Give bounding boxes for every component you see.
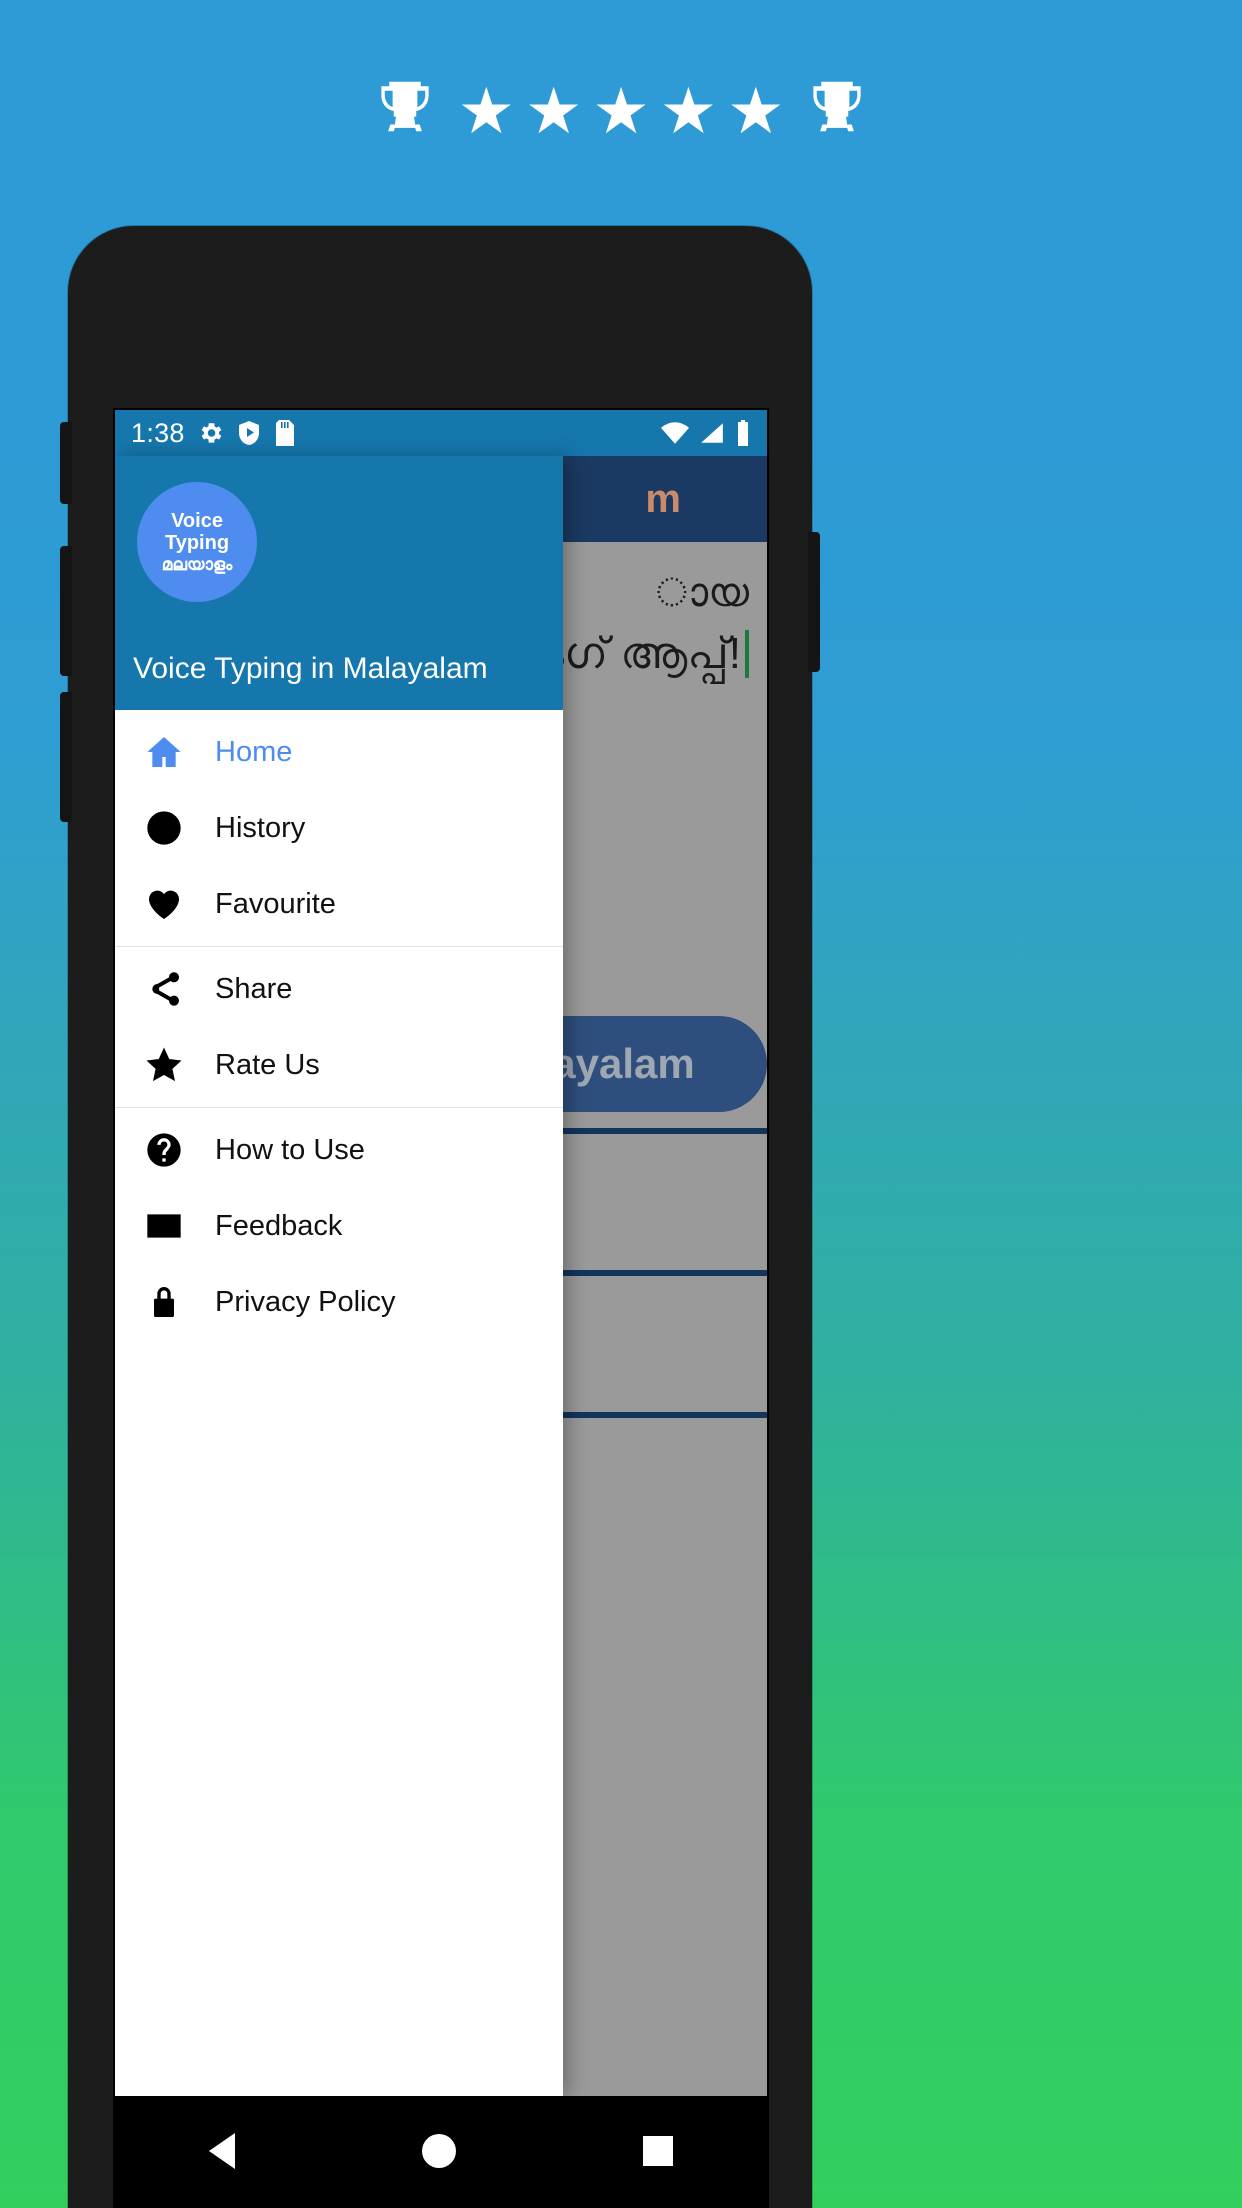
trophy-icon	[378, 78, 432, 144]
trophy-icon	[810, 78, 864, 144]
sidebar-item-label: Rate Us	[215, 1048, 320, 1081]
heart-icon	[143, 883, 185, 925]
star-icon: ★	[659, 75, 718, 147]
star-icon	[143, 1044, 185, 1086]
wifi-icon	[661, 422, 689, 444]
battery-icon	[735, 420, 751, 446]
phone-volume-up-button	[60, 546, 72, 676]
navigation-drawer: Voice Typing മലയാളം Voice Typing in Mala…	[115, 456, 563, 2096]
star-icon: ★	[727, 75, 785, 147]
recents-button-icon[interactable]	[643, 2136, 674, 2166]
lock-icon	[143, 1281, 185, 1323]
gear-icon	[198, 420, 224, 446]
sidebar-item-label: History	[215, 811, 306, 844]
app-logo-line2: Typing	[164, 532, 230, 555]
sidebar-item-how-to-use[interactable]: How to Use	[115, 1112, 563, 1188]
sidebar-item-history[interactable]: History	[115, 790, 563, 866]
help-circle-icon	[143, 1129, 185, 1171]
drawer-header: Voice Typing മലയാളം Voice Typing in Mala…	[115, 456, 563, 710]
back-button-icon[interactable]	[208, 2133, 235, 2169]
status-bar: 1:38	[115, 410, 767, 456]
sidebar-item-home[interactable]: Home	[115, 714, 563, 790]
shield-play-icon	[237, 420, 261, 446]
home-icon	[143, 731, 185, 773]
sidebar-item-privacy-policy[interactable]: Privacy Policy	[115, 1264, 563, 1340]
app-logo-line3: മലയാളം	[161, 554, 233, 574]
home-button-icon[interactable]	[421, 2134, 456, 2168]
android-navigation-bar	[115, 2096, 767, 2206]
phone-power-button	[808, 532, 820, 672]
star-icon: ★	[592, 75, 650, 147]
drawer-menu-group: How to Use Feedback Privacy Policy	[115, 1108, 563, 1344]
sidebar-item-feedback[interactable]: Feedback	[115, 1188, 563, 1264]
sidebar-item-label: Feedback	[215, 1209, 343, 1242]
status-right-icons	[661, 420, 751, 446]
text-caret	[745, 630, 749, 678]
sd-card-icon	[274, 420, 296, 446]
phone-mockup: 1:38 m ായ ിംഗ് ആപ്പ്! alayalam Voice Typ…	[60, 226, 820, 2208]
clock-icon	[143, 807, 185, 849]
phone-volume-down-button	[60, 692, 72, 822]
rating-stars: ★ ★ ★ ★ ★	[458, 79, 785, 143]
share-icon	[143, 968, 185, 1010]
sidebar-item-label: Home	[215, 735, 293, 768]
sidebar-item-share[interactable]: Share	[115, 951, 563, 1027]
drawer-menu-group: Home History Favourite	[115, 710, 563, 946]
sidebar-item-label: Privacy Policy	[215, 1285, 396, 1318]
sidebar-item-rate-us[interactable]: Rate Us	[115, 1027, 563, 1103]
mail-icon	[143, 1205, 185, 1247]
phone-bezel: 1:38 m ായ ിംഗ് ആപ്പ്! alayalam Voice Typ…	[113, 408, 769, 2208]
signal-icon	[699, 422, 725, 444]
sidebar-item-favourite[interactable]: Favourite	[115, 866, 563, 942]
phone-side-button	[60, 422, 72, 504]
app-logo-line1: Voice	[171, 510, 223, 533]
star-icon: ★	[457, 75, 515, 147]
drawer-menu-group: Share Rate Us	[115, 947, 563, 1107]
award-banner: ★ ★ ★ ★ ★	[0, 78, 1242, 144]
sidebar-item-label: How to Use	[215, 1133, 365, 1166]
phone-screen: 1:38 m ായ ിംഗ് ആപ്പ്! alayalam Voice Typ…	[115, 410, 767, 2206]
status-time: 1:38	[131, 417, 185, 448]
app-logo: Voice Typing മലയാളം	[137, 482, 257, 602]
sidebar-item-label: Favourite	[215, 887, 336, 920]
drawer-title: Voice Typing in Malayalam	[133, 652, 488, 685]
star-icon: ★	[524, 75, 583, 147]
sidebar-item-label: Share	[215, 972, 293, 1005]
